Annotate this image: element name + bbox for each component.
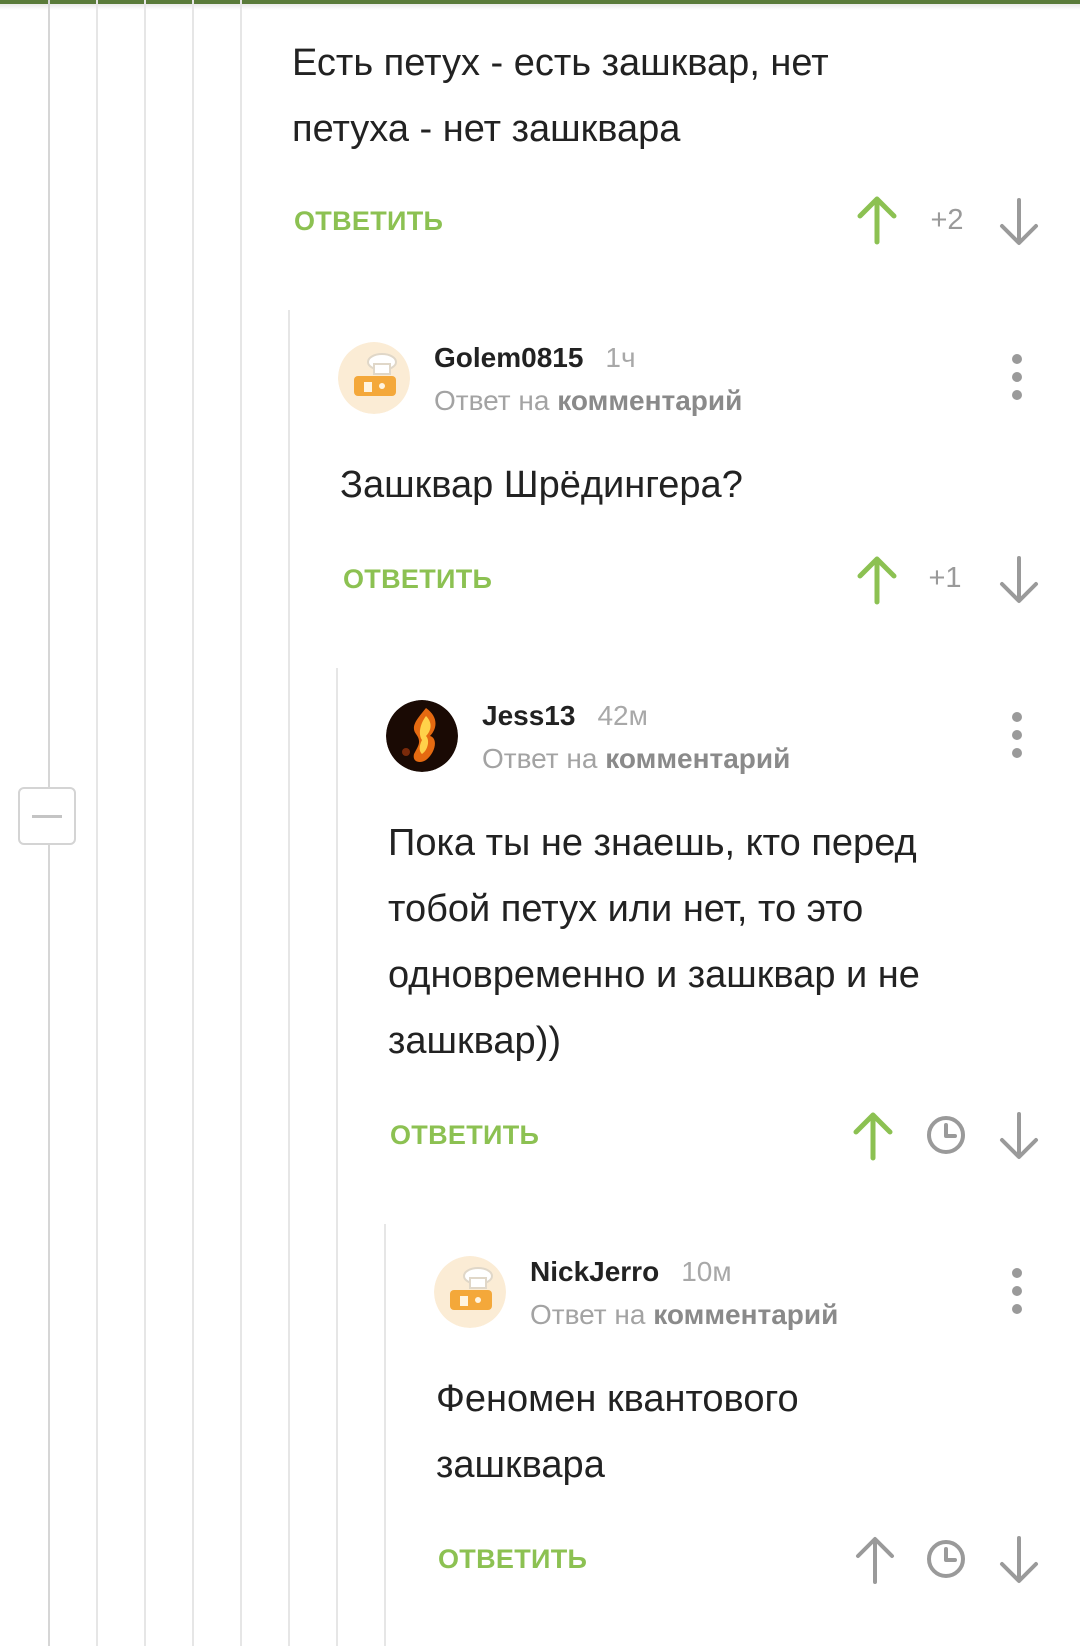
- reply-to-prefix: Ответ на: [434, 385, 550, 416]
- vote-down-button[interactable]: [994, 554, 1044, 606]
- comment-text-line: Зашквар Шрёдингера?: [340, 464, 743, 506]
- clock-icon: [925, 1114, 967, 1156]
- arrow-up-icon: [856, 1537, 894, 1584]
- top-shadow: [0, 4, 1080, 10]
- arrow-up-icon: [853, 1112, 893, 1161]
- comment-text-line: петуха - нет зашквара: [292, 108, 681, 150]
- comment-time: 1ч: [605, 342, 636, 373]
- username-text[interactable]: NickJerro: [530, 1256, 659, 1287]
- arrow-down-icon: [1000, 1536, 1038, 1583]
- comment-text: Пока ты не знаешь, кто перед тобой петух…: [388, 810, 920, 1074]
- clock-icon: [925, 1538, 967, 1580]
- reply-to-info: Ответ на комментарий: [530, 1299, 838, 1331]
- arrow-down-icon: [1000, 556, 1038, 603]
- arrow-down-icon: [1000, 1112, 1038, 1159]
- more-options-button[interactable]: [1002, 712, 1032, 758]
- chef-avatar-icon[interactable]: [338, 342, 410, 414]
- comment-username[interactable]: Jess13 42м: [482, 700, 648, 732]
- vote-up-button[interactable]: [848, 1110, 898, 1162]
- comment-text-line: тобой петух или нет, то это: [388, 888, 864, 930]
- comment-text-line: зашквара: [436, 1444, 605, 1486]
- username-text[interactable]: Golem0815: [434, 342, 583, 373]
- reply-to-info: Ответ на комментарий: [482, 743, 790, 775]
- comment-text-line: Есть петух - есть зашквар, нет: [292, 42, 829, 84]
- reply-button[interactable]: ОТВЕТИТЬ: [343, 564, 492, 595]
- vote-up-button[interactable]: [852, 554, 902, 606]
- arrow-up-icon: [857, 196, 897, 245]
- minus-icon: [32, 815, 62, 818]
- comment-time: 10м: [681, 1256, 732, 1287]
- comment: Golem0815 1ч Ответ на комментарий Зашквар…: [338, 342, 1058, 612]
- comment-text-line: зашквар)): [388, 1020, 562, 1062]
- comment-text: Зашквар Шрёдингера?: [340, 452, 743, 518]
- comment-score: +1: [928, 562, 962, 594]
- reply-to-prefix: Ответ на: [530, 1299, 646, 1330]
- comment-time: 42м: [597, 700, 648, 731]
- comment-score: +2: [930, 204, 964, 236]
- thread-line-5: [240, 0, 242, 1646]
- more-options-button[interactable]: [1002, 354, 1032, 400]
- chef-avatar-icon[interactable]: [434, 1256, 506, 1328]
- reply-to-prefix: Ответ на: [482, 743, 598, 774]
- thread-line-2: [96, 0, 98, 1646]
- reply-to-link[interactable]: комментарий: [653, 1299, 838, 1330]
- comment-text: Есть петух - есть зашквар, нет петуха - …: [292, 30, 829, 162]
- comment: NickJerro 10м Ответ на комментарий Феноме…: [434, 1256, 1074, 1646]
- comment-text-line: Феномен квантового: [436, 1378, 799, 1420]
- reply-button[interactable]: ОТВЕТИТЬ: [390, 1120, 539, 1151]
- more-options-button[interactable]: [1002, 1268, 1032, 1314]
- vote-down-button[interactable]: [994, 1110, 1044, 1162]
- comment-text: Феномен квантового зашквара: [436, 1366, 799, 1498]
- reply-to-link[interactable]: комментарий: [557, 385, 742, 416]
- thread-line-8: [384, 1224, 386, 1646]
- vote-up-button[interactable]: [852, 194, 902, 246]
- reply-button[interactable]: ОТВЕТИТЬ: [294, 206, 443, 237]
- thread-line-3: [144, 0, 146, 1646]
- fire-avatar-icon[interactable]: [386, 700, 458, 772]
- reply-to-link[interactable]: комментарий: [605, 743, 790, 774]
- comment-text-line: Пока ты не знаешь, кто перед: [388, 822, 917, 864]
- vote-down-button[interactable]: [994, 196, 1044, 248]
- thread-line-7: [336, 668, 338, 1646]
- collapse-thread-button[interactable]: [18, 787, 76, 845]
- comment: Есть петух - есть зашквар, нет петуха - …: [292, 30, 1052, 260]
- thread-line-4: [192, 0, 194, 1646]
- arrow-up-icon: [857, 556, 897, 605]
- thread-line-6: [288, 310, 290, 1646]
- arrow-down-icon: [1000, 198, 1038, 245]
- comment-username[interactable]: NickJerro 10м: [530, 1256, 732, 1288]
- reply-button[interactable]: ОТВЕТИТЬ: [438, 1544, 587, 1575]
- comment: Jess13 42м Ответ на комментарий Пока ты н…: [386, 700, 1066, 1170]
- comment-username[interactable]: Golem0815 1ч: [434, 342, 636, 374]
- reply-to-info: Ответ на комментарий: [434, 385, 742, 417]
- username-text[interactable]: Jess13: [482, 700, 575, 731]
- comment-text-line: одновременно и зашквар и не: [388, 954, 920, 996]
- vote-down-button[interactable]: [994, 1534, 1044, 1586]
- vote-up-button[interactable]: [850, 1534, 900, 1586]
